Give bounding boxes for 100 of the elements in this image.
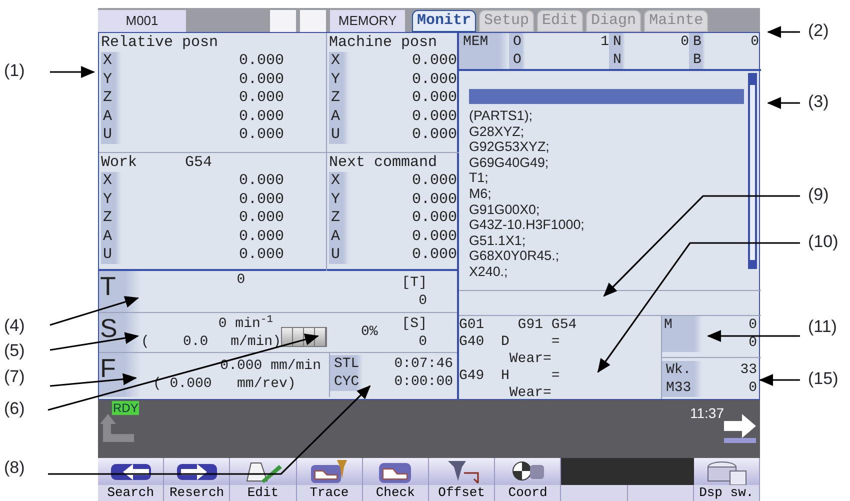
axis-value: 0.000 (412, 209, 457, 228)
field-label: B (689, 51, 706, 69)
scrollbar[interactable] (748, 73, 757, 269)
operation-mode: MEM (459, 33, 509, 51)
callout-label: (1) (4, 61, 25, 81)
callout-label: (2) (808, 21, 829, 41)
axis-value: 0.000 (238, 89, 284, 108)
axis-label: Y (329, 70, 349, 90)
time-value: 0:07:46 (394, 355, 454, 373)
axis-label: A (329, 228, 349, 246)
axis-value: 0.000 (238, 172, 284, 191)
work-count-label: Wk. (665, 361, 692, 379)
program-line: M6; (469, 186, 492, 202)
callout-label: (8) (4, 458, 25, 478)
axis-label: A (101, 108, 121, 126)
callout-label: (9) (808, 185, 829, 205)
field-value: 0 (680, 33, 689, 51)
axis-label: U (329, 126, 349, 144)
next-arrow-icon[interactable] (722, 412, 758, 444)
work-count-label: M33 (665, 379, 692, 397)
modal-line: Wear= (508, 385, 552, 402)
time-value: 0:00:00 (394, 373, 454, 391)
spindle-speed: 0 min$^{-1}$ (218, 316, 273, 332)
program-line: G68X0Y0R45.; (469, 248, 560, 264)
axis-label: X (101, 172, 121, 191)
time-label: CYC (330, 373, 364, 391)
time-label: STL (330, 355, 364, 373)
back-arrow-icon[interactable] (100, 412, 136, 444)
work-count-value: 33 (740, 361, 757, 379)
callout-label: (6) (4, 399, 25, 419)
load-percent: 0% (361, 324, 378, 340)
axis-label: Y (101, 70, 121, 90)
axis-value: 0.000 (238, 228, 284, 246)
coordinate-system: G54 (185, 154, 212, 172)
callout-label: (4) (4, 316, 25, 336)
axis-value: 0.000 (238, 52, 284, 71)
feed-rate: 0.000 mm/min (219, 357, 321, 375)
tool-number: 0 (236, 272, 246, 288)
blank-softkey[interactable] (561, 458, 628, 501)
spindle-label: S (99, 313, 141, 352)
axis-label: X (329, 52, 349, 71)
modal-line: G01 G91 G54 (459, 317, 578, 334)
callout-arrow (767, 26, 800, 38)
program-line: T1; (469, 170, 490, 186)
axis-value: 0.000 (412, 70, 457, 90)
machine-label: M001 (98, 10, 186, 32)
callout-label: (15) (808, 369, 838, 389)
axis-value: 0.000 (412, 89, 457, 108)
axis-label: U (329, 246, 349, 264)
blank-softkey[interactable] (628, 458, 694, 501)
program-line: G51.1X1; (469, 232, 527, 248)
axis-value: 0.000 (412, 228, 457, 246)
m-code-label: M (662, 316, 702, 352)
axis-value: 0.000 (238, 126, 284, 144)
m-code-value: 0 (748, 316, 757, 334)
axis-label: Z (329, 89, 349, 108)
tab[interactable]: Monitr (412, 10, 476, 32)
field-label: N (609, 33, 626, 51)
field-label: O (509, 33, 526, 51)
axis-value: 0.000 (412, 52, 457, 71)
program-line: G91G00X0; (469, 202, 541, 218)
axis-label: Z (101, 209, 121, 228)
axis-value: 0.000 (238, 190, 284, 210)
callout-label: (11) (808, 317, 837, 337)
callout-arrow (50, 66, 95, 78)
surface-speed-unit: m/min) (230, 333, 281, 351)
tool-command-label: [T] (402, 274, 427, 292)
status-box (270, 10, 296, 32)
axis-value: 0.000 (412, 246, 457, 264)
axis-label: Y (329, 190, 349, 210)
work-count-value: 0 (748, 379, 757, 397)
program-line: G92G53XYZ; (469, 139, 550, 155)
axis-value: 0.000 (238, 108, 284, 126)
panel-title: Relative posn (101, 34, 218, 52)
axis-value: 0.000 (412, 190, 457, 210)
tool-command-value: 0 (418, 292, 427, 310)
axis-label: U (101, 126, 121, 144)
panel-title: Work (101, 154, 138, 172)
program-line: G28XYZ; (469, 124, 526, 140)
callout-label: (7) (4, 367, 25, 387)
program-line: G43Z-10.H3F1000; (469, 217, 586, 233)
spindle-command-label: [S] (402, 315, 427, 333)
surface-speed: ( 0.0 (141, 333, 208, 351)
field-value: 1 (600, 33, 609, 51)
callout-label: (3) (808, 92, 829, 112)
axis-value: 0.000 (412, 172, 457, 191)
panel-title: Machine posn (329, 34, 438, 52)
spindle-command-value: 0 (418, 333, 427, 351)
axis-label: Z (101, 89, 121, 108)
feed-label: F (99, 353, 141, 397)
status-box (300, 10, 326, 32)
axis-label: A (329, 108, 349, 126)
modal-line: G49 H = (459, 368, 561, 385)
field-label: N (609, 51, 626, 69)
axis-label: A (101, 228, 121, 246)
m-code-value: 0 (748, 334, 757, 352)
tool-label: T (99, 271, 141, 312)
axis-value: 0.000 (238, 70, 284, 90)
axis-value: 0.000 (238, 246, 284, 264)
axis-value: 0.000 (412, 126, 457, 144)
